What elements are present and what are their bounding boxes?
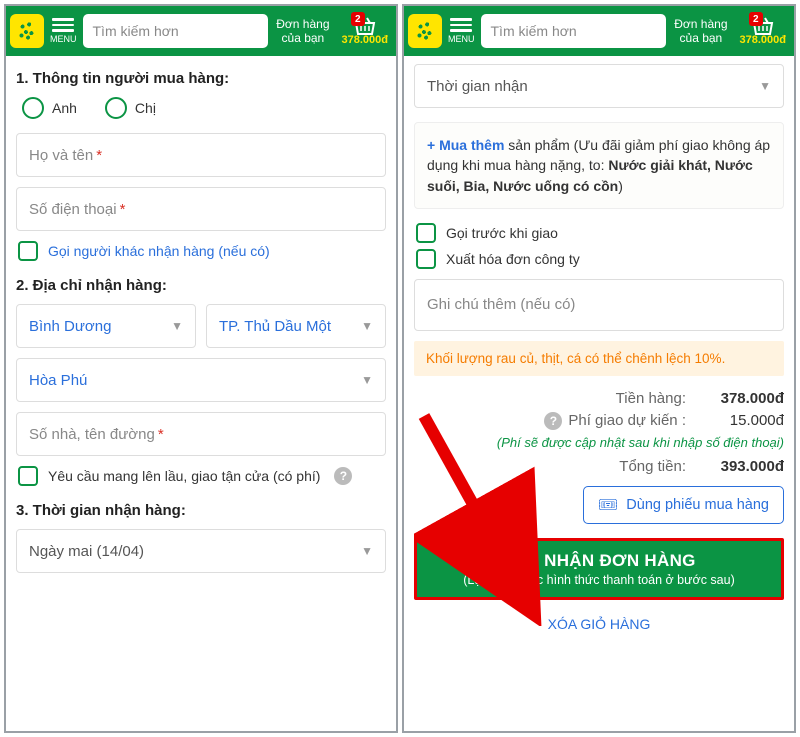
checkbox-icon xyxy=(18,241,38,261)
checkbox-icon xyxy=(416,249,436,269)
checkbox-icon xyxy=(416,223,436,243)
total-label: Tổng tiền: xyxy=(619,458,686,475)
clear-cart-link[interactable]: XÓA GIỎ HÀNG xyxy=(414,616,784,632)
help-icon[interactable]: ? xyxy=(334,467,352,485)
hamburger-icon xyxy=(52,18,74,32)
help-icon[interactable]: ? xyxy=(544,412,562,430)
radio-icon xyxy=(105,97,127,119)
chevron-down-icon: ▼ xyxy=(759,79,771,93)
chevron-down-icon: ▼ xyxy=(361,544,373,558)
note-input[interactable]: Ghi chú thêm (nếu có) xyxy=(414,279,784,331)
gender-radio-anh[interactable]: Anh xyxy=(22,97,77,119)
search-placeholder: Tìm kiếm hơn xyxy=(491,23,577,39)
section-buyer-title: 1. Thông tin người mua hàng: xyxy=(16,70,386,87)
brand-logo[interactable] xyxy=(10,14,44,48)
date-select[interactable]: Ngày mai (14/04) ▼ xyxy=(16,529,386,573)
totals-block: Tiền hàng: 378.000đ ? Phí giao dự kiến :… xyxy=(414,390,784,475)
city-select[interactable]: TP. Thủ Dầu Một ▼ xyxy=(206,304,386,348)
search-input[interactable]: Tìm kiếm hơn xyxy=(83,14,269,48)
ward-select[interactable]: Hòa Phú ▼ xyxy=(16,358,386,402)
basket-icon: 2 xyxy=(353,16,377,34)
ship-label: Phí giao dự kiến : xyxy=(568,412,686,429)
gender-radio-chi[interactable]: Chị xyxy=(105,97,156,119)
radio-icon xyxy=(22,97,44,119)
app-header: MENU Tìm kiếm hơn Đơn hàng của bạn 2 378… xyxy=(6,6,396,56)
weight-warning: Khối lượng rau củ, thịt, cá có thể chênh… xyxy=(414,341,784,376)
ticket-icon: 🎟 xyxy=(598,495,618,515)
brand-logo[interactable] xyxy=(408,14,442,48)
checkout-screen-1: MENU Tìm kiếm hơn Đơn hàng của bạn 2 378… xyxy=(4,4,398,733)
other-receiver-checkbox[interactable]: Gọi người khác nhận hàng (nếu có) xyxy=(16,241,386,261)
chevron-down-icon: ▼ xyxy=(361,373,373,387)
checkout-screen-2: MENU Tìm kiếm hơn Đơn hàng của bạn 2 378… xyxy=(402,4,796,733)
phone-input[interactable]: Số điện thoại* xyxy=(16,187,386,231)
section-address-title: 2. Địa chỉ nhận hàng: xyxy=(16,277,386,294)
province-select[interactable]: Bình Dương ▼ xyxy=(16,304,196,348)
ship-value: 15.000đ xyxy=(692,412,784,429)
orders-link[interactable]: Đơn hàng của bạn xyxy=(670,17,731,46)
hamburger-icon xyxy=(450,18,472,32)
cart-count-badge: 2 xyxy=(749,12,763,26)
time-select[interactable]: Thời gian nhận ▼ xyxy=(414,64,784,108)
basket-icon: 2 xyxy=(751,16,775,34)
checkbox-icon xyxy=(18,466,38,486)
call-before-checkbox[interactable]: Gọi trước khi giao xyxy=(414,223,784,243)
buy-more-link[interactable]: + Mua thêm xyxy=(427,137,504,153)
orders-link[interactable]: Đơn hàng của bạn xyxy=(272,17,333,46)
app-header: MENU Tìm kiếm hơn Đơn hàng của bạn 2 378… xyxy=(404,6,794,56)
checkout-form-2: Thời gian nhận ▼ + Mua thêm sản phẩm (Ưu… xyxy=(404,56,794,731)
voucher-button[interactable]: 🎟 Dùng phiếu mua hàng xyxy=(583,486,784,524)
menu-button[interactable]: MENU xyxy=(446,18,477,44)
ship-note: (Phí sẽ được cập nhật sau khi nhập số đi… xyxy=(414,435,784,450)
confirm-highlight: XÁC NHẬN ĐƠN HÀNG (Lựa chọn các hình thứ… xyxy=(414,538,784,600)
total-value: 393.000đ xyxy=(692,458,784,475)
cart-button[interactable]: 2 378.000đ xyxy=(338,16,392,46)
search-input[interactable]: Tìm kiếm hơn xyxy=(481,14,667,48)
confirm-order-button[interactable]: XÁC NHẬN ĐƠN HÀNG (Lựa chọn các hình thứ… xyxy=(417,541,781,597)
menu-label: MENU xyxy=(448,34,475,44)
fullname-input[interactable]: Họ và tên* xyxy=(16,133,386,177)
street-input[interactable]: Số nhà, tên đường* xyxy=(16,412,386,456)
goods-label: Tiền hàng: xyxy=(616,390,686,407)
cart-button[interactable]: 2 378.000đ xyxy=(736,16,790,46)
checkout-form-1: 1. Thông tin người mua hàng: Anh Chị Họ … xyxy=(6,56,396,731)
chevron-down-icon: ▼ xyxy=(171,319,183,333)
cart-count-badge: 2 xyxy=(351,12,365,26)
menu-button[interactable]: MENU xyxy=(48,18,79,44)
menu-label: MENU xyxy=(50,34,77,44)
search-placeholder: Tìm kiếm hơn xyxy=(93,23,179,39)
company-invoice-checkbox[interactable]: Xuất hóa đơn công ty xyxy=(414,249,784,269)
section-time-title: 3. Thời gian nhận hàng: xyxy=(16,502,386,519)
upsell-box: + Mua thêm sản phẩm (Ưu đãi giảm phí gia… xyxy=(414,122,784,209)
upstairs-checkbox[interactable]: Yêu cầu mang lên lầu, giao tận cửa (có p… xyxy=(16,466,386,486)
chevron-down-icon: ▼ xyxy=(361,319,373,333)
goods-value: 378.000đ xyxy=(692,390,784,407)
